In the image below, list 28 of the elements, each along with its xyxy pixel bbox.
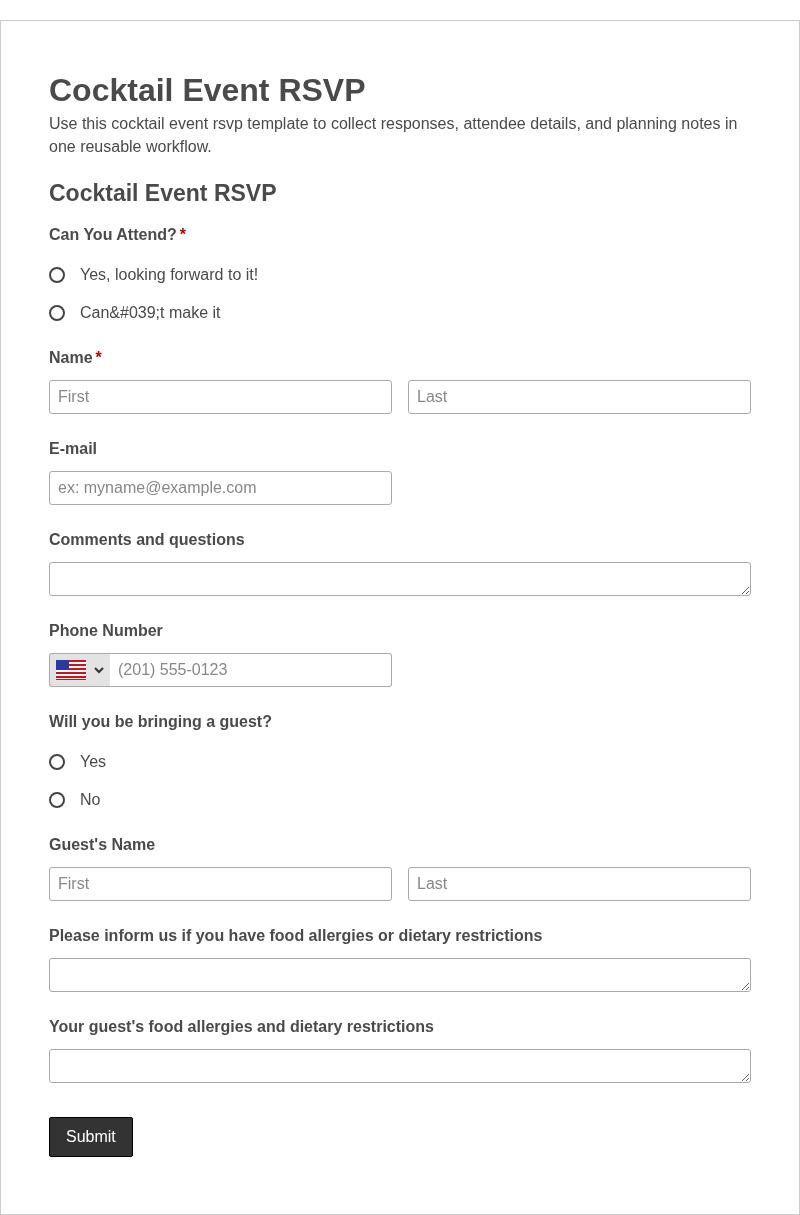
field-label: Guest's Name: [49, 835, 156, 855]
required-mark: *: [95, 348, 102, 368]
option-label: Yes, looking forward to it!: [80, 265, 259, 285]
field-label: Phone Number: [49, 621, 163, 641]
submit-button[interactable]: Submit: [49, 1117, 133, 1157]
radio-button[interactable]: [49, 305, 65, 321]
input-field[interactable]: First: [49, 380, 392, 414]
option-label: Can&#039;t make it: [80, 303, 221, 323]
input-field[interactable]: First: [49, 867, 392, 901]
option-label: No: [80, 790, 101, 810]
field-label: Name: [49, 348, 93, 368]
page-title: Cocktail Event RSVP: [49, 71, 367, 110]
input-field[interactable]: Last: [408, 380, 751, 414]
option-label: Yes: [80, 752, 107, 772]
required-mark: *: [179, 225, 186, 245]
radio-button[interactable]: [49, 792, 65, 808]
form-title: Cocktail Event RSVP: [49, 179, 278, 208]
field-label: Comments and questions: [49, 530, 245, 550]
input-field[interactable]: Last: [408, 867, 751, 901]
field-label: Can You Attend?: [49, 225, 177, 245]
input-field[interactable]: ex: myname@example.com: [49, 471, 392, 505]
radio-button[interactable]: [49, 754, 65, 770]
description: Use this cocktail event rsvp template to collect responses, attendee details, and planning notes in one reusable workflow.: [49, 114, 739, 157]
field-label: Your guest's food allergies and dietary restrictions: [49, 1017, 434, 1037]
radio-button[interactable]: [49, 267, 65, 283]
field-label: Will you be bringing a guest?: [49, 712, 272, 732]
field-label: Please inform us if you have food allergies or dietary restrictions: [49, 926, 543, 946]
field-label: E-mail: [49, 439, 97, 459]
